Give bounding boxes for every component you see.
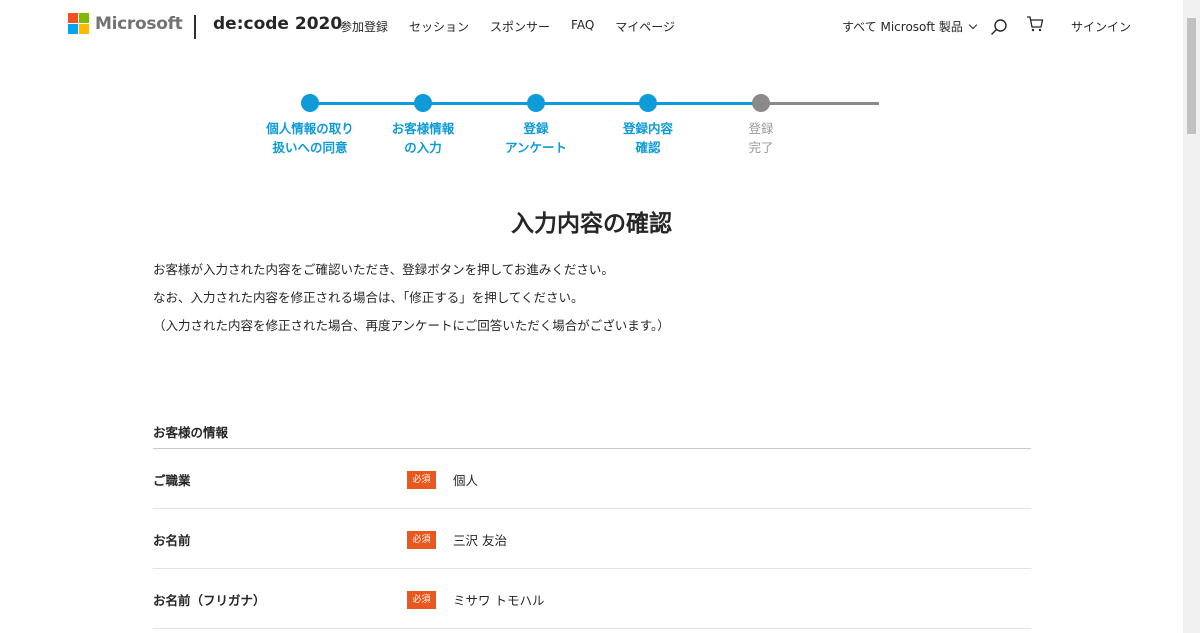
step-confirm: 登録内容 確認: [588, 94, 708, 157]
search-icon[interactable]: [990, 18, 1008, 36]
nav-sponsors[interactable]: スポンサー: [490, 18, 550, 35]
step-consent: 個人情報の取り 扱いへの同意: [250, 94, 370, 157]
header-divider: [194, 15, 196, 39]
step-label: 登録 アンケート: [504, 121, 567, 155]
microsoft-logo-icon: [68, 13, 89, 34]
registration-steps: 個人情報の取り 扱いへの同意 お客様情報 の入力 登録 アンケート 登録内容 確…: [250, 94, 890, 164]
required-badge: 必須: [407, 591, 436, 609]
step-dot: [639, 94, 657, 112]
main-nav: 参加登録 セッション スポンサー FAQ マイページ: [340, 18, 696, 35]
field-row-name: お名前 必須 三沢 友治: [153, 509, 1031, 569]
field-value: 個人: [453, 473, 479, 488]
step-label: 登録内容 確認: [622, 121, 673, 155]
field-value: ミサワ トモハル: [453, 593, 545, 608]
field-row-name-kana: お名前（フリガナ） 必須 ミサワ トモハル: [153, 569, 1031, 629]
nav-mypage[interactable]: マイページ: [615, 18, 675, 35]
required-badge: 必須: [407, 471, 436, 489]
page-scrollbar[interactable]: [1183, 0, 1200, 633]
step-label: 登録 完了: [748, 121, 774, 155]
intro-line: お客様が入力された内容をご確認いただき、登録ボタンを押してお進みください。: [153, 262, 614, 277]
nav-registration[interactable]: 参加登録: [340, 18, 388, 35]
microsoft-logo[interactable]: Microsoft: [68, 13, 183, 34]
step-survey: 登録 アンケート: [476, 94, 596, 157]
signin-link[interactable]: サインイン: [1071, 18, 1131, 35]
scrollbar-thumb[interactable]: [1187, 18, 1196, 134]
chevron-down-icon: [968, 20, 978, 30]
step-label: お客様情報 の入力: [391, 121, 455, 155]
nav-faq[interactable]: FAQ: [571, 18, 594, 35]
field-row-occupation: ご職業 必須 個人: [153, 449, 1031, 509]
section-title: お客様の情報: [153, 425, 229, 440]
required-badge: 必須: [407, 531, 436, 549]
site-header: Microsoft de:code 2020 参加登録 セッション スポンサー …: [0, 0, 1183, 52]
step-customer-info: お客様情報 の入力: [363, 94, 483, 157]
field-label: お名前（フリガナ）: [153, 593, 266, 608]
step-complete: 登録 完了: [701, 94, 821, 157]
nav-sessions[interactable]: セッション: [409, 18, 469, 35]
step-dot: [527, 94, 545, 112]
intro-line: なお、入力された内容を修正される場合は、「修正する」を押してください。: [153, 290, 584, 305]
step-dot: [752, 94, 770, 112]
site-title[interactable]: de:code 2020: [213, 14, 342, 34]
step-dot: [414, 94, 432, 112]
intro-text: お客様が入力された内容をご確認いただき、登録ボタンを押してお進みください。 なお…: [153, 262, 670, 346]
all-microsoft-label: すべて Microsoft 製品: [842, 20, 963, 34]
field-label: ご職業: [153, 473, 191, 488]
step-label: 個人情報の取り 扱いへの同意: [266, 121, 354, 155]
page-title: 入力内容の確認: [511, 211, 672, 237]
field-value: 三沢 友治: [453, 533, 507, 548]
field-label: お名前: [153, 533, 191, 548]
step-dot: [301, 94, 319, 112]
intro-line: （入力された内容を修正された場合、再度アンケートにご回答いただく場合がございます…: [153, 318, 670, 333]
all-microsoft-menu[interactable]: すべて Microsoft 製品: [842, 18, 978, 35]
cart-icon[interactable]: [1026, 15, 1044, 33]
microsoft-wordmark: Microsoft: [95, 13, 183, 34]
